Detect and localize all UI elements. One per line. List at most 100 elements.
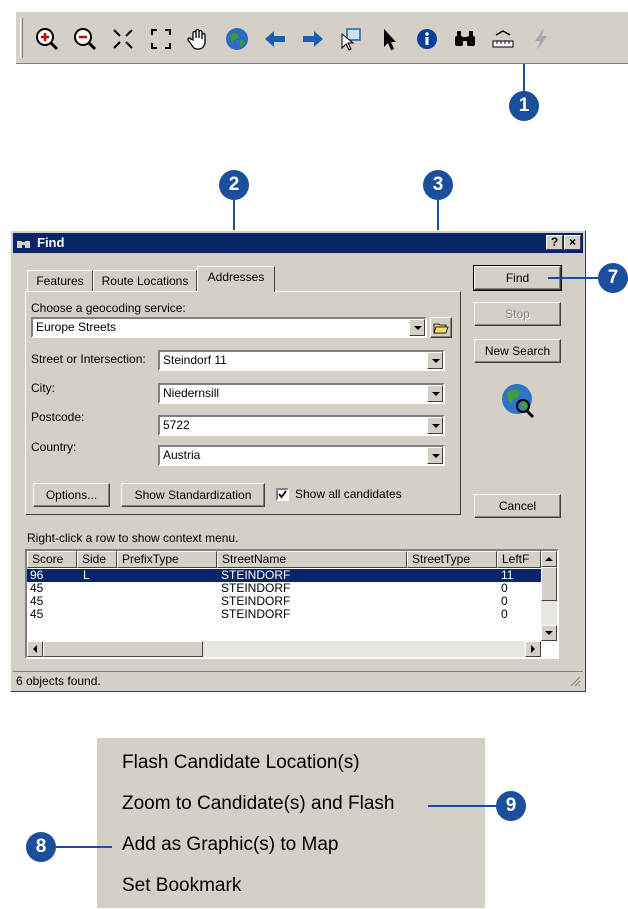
street-input[interactable]: Steindorf 11: [158, 350, 445, 371]
country-label: Country:: [31, 440, 77, 454]
tab-route-locations[interactable]: Route Locations: [93, 270, 197, 292]
status-bar: 6 objects found.: [13, 671, 583, 689]
fixed-zoom-in-icon[interactable]: [108, 24, 138, 54]
cell-score: 96: [30, 569, 44, 582]
scroll-left-button[interactable]: [27, 641, 43, 657]
find-dialog: Find ? × Features Route Locations Addres…: [10, 230, 586, 692]
select-elements-arrow-icon[interactable]: [374, 24, 404, 54]
column-header-streetname[interactable]: StreetName: [217, 551, 407, 568]
scroll-down-button[interactable]: [541, 625, 557, 641]
map-toolbar: [16, 12, 628, 64]
geocoding-service-select[interactable]: Europe Streets: [31, 317, 427, 338]
fixed-zoom-out-icon[interactable]: [146, 24, 176, 54]
show-standardization-button[interactable]: Show Standardization: [121, 483, 265, 507]
cell-leftf: 0: [501, 608, 508, 621]
checkmark-icon: [278, 490, 287, 499]
scroll-up-button[interactable]: [541, 551, 557, 567]
column-header-leftf[interactable]: LeftF: [497, 551, 541, 568]
menu-item-add-as-graphic[interactable]: Add as Graphic(s) to Map: [122, 834, 338, 856]
postcode-input[interactable]: 5722: [158, 415, 445, 436]
full-extent-globe-icon[interactable]: [222, 24, 252, 54]
back-arrow-icon[interactable]: [260, 24, 290, 54]
resize-grip-icon[interactable]: [569, 675, 581, 687]
postcode-value: 5722: [163, 418, 190, 432]
status-text: 6 objects found.: [16, 674, 101, 688]
tab-addresses[interactable]: Addresses: [197, 266, 275, 292]
pan-hand-icon[interactable]: [184, 24, 214, 54]
callout-3: 3: [423, 170, 453, 200]
callout-8-leader: [56, 846, 112, 848]
new-search-button[interactable]: New Search: [474, 339, 561, 363]
vertical-scroll-thumb[interactable]: [541, 567, 557, 601]
menu-item-flash-candidate[interactable]: Flash Candidate Location(s): [122, 752, 360, 774]
callout-2: 2: [219, 170, 249, 200]
vertical-scrollbar[interactable]: [541, 551, 557, 641]
stop-button[interactable]: Stop: [474, 302, 561, 326]
table-row[interactable]: 45 STEINDORF 0: [27, 595, 541, 608]
select-features-icon[interactable]: [336, 24, 366, 54]
chevron-down-icon[interactable]: [427, 385, 443, 402]
postcode-label: Postcode:: [31, 410, 85, 424]
show-all-candidates-label: Show all candidates: [295, 487, 402, 501]
callout-1-leader: [523, 64, 525, 94]
tab-features[interactable]: Features: [27, 270, 93, 292]
cell-score: 45: [30, 582, 44, 595]
callout-7-leader: [548, 277, 600, 279]
chevron-right-icon: [531, 645, 535, 653]
chevron-down-icon[interactable]: [409, 319, 425, 336]
table-row[interactable]: 96 L STEINDORF 11: [27, 569, 541, 582]
country-input[interactable]: Austria: [158, 445, 445, 466]
city-input[interactable]: Niedernsill: [158, 383, 445, 404]
open-folder-icon: [433, 323, 449, 334]
browse-folder-button[interactable]: [430, 317, 452, 338]
dialog-title: Find: [37, 235, 65, 250]
candidates-list[interactable]: Score Side PrefixType StreetName StreetT…: [25, 549, 559, 659]
dialog-titlebar[interactable]: Find ? ×: [13, 233, 583, 253]
options-button[interactable]: Options...: [33, 483, 110, 507]
cell-streetname: STEINDORF: [221, 569, 291, 582]
identify-info-icon[interactable]: [412, 24, 442, 54]
menu-item-set-bookmark[interactable]: Set Bookmark: [122, 875, 241, 897]
toolbar-grip[interactable]: [20, 18, 23, 58]
cell-leftf: 11: [501, 569, 514, 582]
horizontal-scroll-thumb[interactable]: [43, 641, 203, 657]
zoom-in-icon[interactable]: [32, 24, 62, 54]
candidate-context-menu: Flash Candidate Location(s) Zoom to Cand…: [95, 738, 485, 908]
cell-score: 45: [30, 608, 44, 621]
close-button[interactable]: ×: [564, 235, 581, 250]
menu-item-zoom-and-flash[interactable]: Zoom to Candidate(s) and Flash: [122, 793, 394, 815]
cancel-button[interactable]: Cancel: [474, 494, 561, 518]
column-header-side[interactable]: Side: [77, 551, 117, 568]
globe-search-icon: [499, 381, 537, 419]
chevron-down-icon[interactable]: [427, 352, 443, 369]
cell-streetname: STEINDORF: [221, 608, 291, 621]
cell-leftf: 0: [501, 595, 508, 608]
show-all-candidates-checkbox[interactable]: [276, 488, 289, 501]
chevron-down-icon[interactable]: [427, 417, 443, 434]
chevron-up-icon: [545, 557, 553, 561]
hyperlink-lightning-icon[interactable]: [526, 24, 556, 54]
cell-score: 45: [30, 595, 44, 608]
column-header-score[interactable]: Score: [27, 551, 77, 568]
column-header-streettype[interactable]: StreetType: [407, 551, 497, 568]
callout-1: 1: [509, 91, 539, 121]
callout-8: 8: [26, 832, 56, 862]
callout-7: 7: [598, 263, 628, 293]
cell-streetname: STEINDORF: [221, 582, 291, 595]
city-label: City:: [31, 381, 55, 395]
geocoding-service-value: Europe Streets: [36, 320, 117, 334]
help-button[interactable]: ?: [546, 235, 563, 250]
scroll-right-button[interactable]: [525, 641, 541, 657]
horizontal-scrollbar[interactable]: [27, 641, 541, 657]
find-binoculars-icon[interactable]: [450, 24, 480, 54]
measure-icon[interactable]: [488, 24, 518, 54]
forward-arrow-icon[interactable]: [298, 24, 328, 54]
table-row[interactable]: 45 STEINDORF 0: [27, 582, 541, 595]
column-header-prefixtype[interactable]: PrefixType: [117, 551, 217, 568]
cell-streetname: STEINDORF: [221, 595, 291, 608]
callout-9: 9: [496, 791, 526, 821]
chevron-down-icon[interactable]: [427, 447, 443, 464]
table-row[interactable]: 45 STEINDORF 0: [27, 608, 541, 621]
zoom-out-icon[interactable]: [70, 24, 100, 54]
chevron-down-icon: [545, 631, 553, 635]
